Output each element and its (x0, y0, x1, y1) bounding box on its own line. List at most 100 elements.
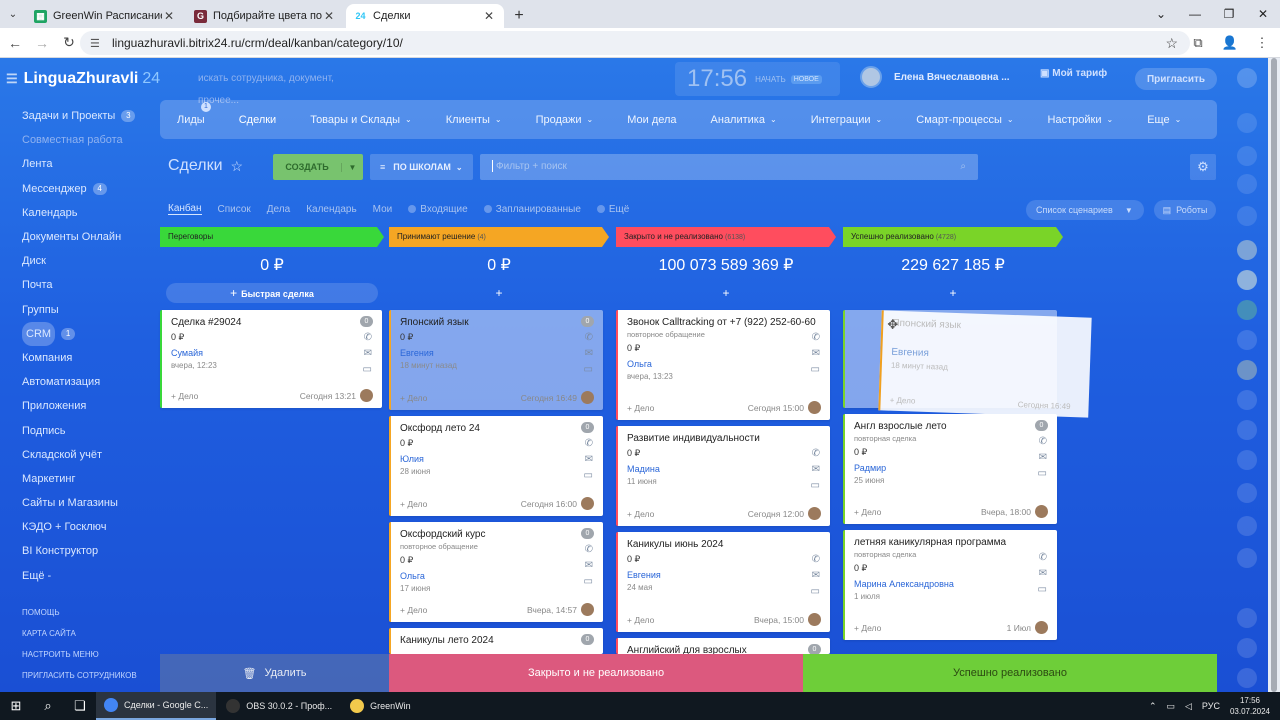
deal-responsible[interactable]: Евгения (400, 348, 594, 358)
mail-icon[interactable]: ✉ (585, 560, 593, 571)
contact-avatar-icon[interactable] (1237, 360, 1257, 380)
view-tab[interactable]: Канбан (168, 203, 202, 215)
add-activity-link[interactable]: + Дело (627, 615, 654, 625)
sidebar-item[interactable]: Компания (22, 346, 135, 370)
sidebar-item[interactable]: Документы Онлайн (22, 225, 135, 249)
sidebar-item[interactable]: BI Конструктор (22, 539, 135, 563)
sidebar-item[interactable]: Календарь (22, 201, 135, 225)
mail-icon[interactable]: ✉ (812, 348, 820, 359)
chat-icon[interactable] (1237, 146, 1257, 166)
contact-avatar-icon[interactable] (1237, 300, 1257, 320)
sidebar-item[interactable]: КЭДО + Госключ (22, 515, 135, 539)
deal-title[interactable]: Звонок Calltracking от +7 (922) 252-60-6… (627, 317, 821, 328)
counter-filter[interactable]: Ещё (596, 204, 629, 215)
lost-drop-zone[interactable]: Закрыто и не реализовано (389, 654, 803, 692)
chat-bubble-icon[interactable]: ▭ (1038, 468, 1047, 479)
invite-button[interactable]: Пригласить (1135, 68, 1217, 90)
add-activity-link[interactable]: + Дело (400, 393, 427, 403)
deal-title[interactable]: Оксфордский курс (400, 529, 594, 540)
nav-item[interactable]: Лиды 1 (177, 101, 211, 126)
view-tab[interactable]: Список (218, 204, 251, 215)
phone-icon[interactable]: ✆ (1039, 552, 1047, 563)
scrollbar-thumb[interactable] (1271, 58, 1277, 692)
chevron-down-icon[interactable]: ▼ (341, 162, 363, 172)
sidebar-item[interactable]: Совместная работа (22, 128, 135, 152)
view-tab[interactable]: Дела (267, 204, 290, 215)
chat-bubble-icon[interactable]: ▭ (584, 576, 593, 587)
phone-icon[interactable]: ✆ (812, 332, 820, 343)
forward-icon[interactable]: → (30, 31, 54, 55)
stage-header[interactable]: Принимают решение (4) (389, 227, 609, 247)
phone-icon[interactable]: ✆ (585, 438, 593, 449)
contact-avatar-icon[interactable] (1237, 516, 1257, 536)
minimize-icon[interactable]: — (1178, 0, 1212, 28)
deal-title[interactable]: Оксфорд лето 24 (400, 423, 594, 434)
volume-icon[interactable]: ◁ (1185, 701, 1192, 712)
contact-avatar-icon[interactable] (1237, 330, 1257, 350)
add-activity-link[interactable]: + Дело (627, 403, 654, 413)
nav-item[interactable]: Настройки ⌄ (1048, 114, 1114, 126)
deal-card[interactable]: летняя каникулярная программа повторная с… (843, 530, 1057, 640)
taskbar-app[interactable]: OBS 30.0.2 - Проф... (218, 692, 340, 720)
phone-icon[interactable]: ✆ (812, 554, 820, 565)
phone-icon[interactable]: ✆ (364, 332, 372, 343)
nav-item[interactable]: Аналитика ⌄ (711, 114, 777, 126)
profile-icon[interactable]: 👤 (1218, 31, 1242, 55)
view-tab[interactable]: Календарь (306, 204, 356, 215)
add-activity-link[interactable]: + Дело (171, 391, 198, 401)
mail-icon[interactable]: ✉ (1039, 452, 1047, 463)
deal-card[interactable]: Английский для взрослых 0 (616, 638, 830, 654)
deal-title[interactable]: Каникулы июнь 2024 (627, 539, 821, 550)
sidebar-item[interactable]: Приложения (22, 394, 135, 418)
contact-avatar-icon[interactable] (1237, 483, 1257, 503)
chat-bubble-icon[interactable]: ▭ (584, 364, 593, 375)
deal-responsible[interactable]: Юлия (400, 454, 594, 464)
sidebar-footer-link[interactable]: ПОМОЩЬ (22, 602, 137, 623)
back-icon[interactable]: ← (3, 31, 27, 55)
deal-card[interactable]: Сделка #29024 0 ₽ Сумайя вчера, 12:23 0 ✆ ✉ ▭ + … (160, 310, 382, 408)
add-deal-button[interactable]: + Быстрая сделка (166, 283, 378, 303)
deal-title[interactable]: Каникулы лето 2024 (400, 635, 594, 646)
add-deal-button[interactable]: + (622, 283, 830, 303)
add-deal-button[interactable]: + (849, 283, 1057, 303)
add-activity-link[interactable]: + Дело (400, 499, 427, 509)
robots-button[interactable]: ▤ Роботы (1154, 200, 1216, 220)
close-window-icon[interactable]: ✕ (1246, 0, 1280, 28)
deal-title[interactable]: Развитие индивидуальности (627, 433, 821, 444)
counter-filter[interactable]: Входящие (408, 204, 468, 215)
scenarios-dropdown[interactable]: Список сценариев ▼ (1026, 200, 1144, 220)
phone-icon[interactable]: ✆ (1039, 436, 1047, 447)
won-drop-zone[interactable]: Успешно реализовано (803, 654, 1217, 692)
deal-card[interactable]: Звонок Calltracking от +7 (922) 252-60-6… (616, 310, 830, 420)
my-tariff-button[interactable]: ▣ Мой тариф (1040, 68, 1107, 79)
delete-drop-zone[interactable]: 🗑 Удалить (160, 654, 389, 692)
chat-bubble-icon[interactable]: ▭ (811, 586, 820, 597)
contact-avatar-icon[interactable] (1237, 420, 1257, 440)
deal-responsible[interactable]: Радмир (854, 463, 1048, 473)
add-deal-button[interactable]: + (395, 283, 603, 303)
deal-card[interactable]: Каникулы лето 2024 0 (389, 628, 603, 654)
new-tab-button[interactable]: + (506, 4, 532, 28)
deal-title[interactable]: Сделка #29024 (171, 317, 373, 328)
language-indicator[interactable]: РУС (1202, 701, 1220, 711)
gear-icon[interactable]: ⚙ (1190, 154, 1216, 180)
deal-card[interactable]: Англ взрослые лето повторная сделка 0 ₽ Рад… (843, 414, 1057, 524)
restore-icon[interactable]: ❐ (1212, 0, 1246, 28)
tab-search-icon[interactable]: ⌄ (0, 0, 26, 28)
contact-avatar-icon[interactable] (1237, 668, 1257, 688)
browser-menu-icon[interactable]: ⋮ (1250, 31, 1274, 55)
nav-item[interactable]: Мои дела (627, 114, 676, 126)
chat-bubble-icon[interactable]: ▭ (363, 364, 372, 375)
filter-search-input[interactable]: Фильтр + поиск ⌕ (480, 154, 978, 180)
mail-icon[interactable]: ✉ (812, 464, 820, 475)
deal-title[interactable]: летняя каникулярная программа (854, 537, 1048, 548)
extensions-icon[interactable]: ⧉ (1186, 31, 1210, 55)
dragged-card[interactable]: Японский язык Евгения 18 минут назад + Д… (878, 310, 1092, 418)
contact-avatar-icon[interactable] (1237, 390, 1257, 410)
notifications-icon[interactable] (1237, 113, 1257, 133)
sidebar-item[interactable]: Мессенджер 4 (22, 177, 135, 201)
nav-item[interactable]: Смарт-процессы ⌄ (916, 114, 1013, 126)
contact-avatar-icon[interactable] (1237, 450, 1257, 470)
sidebar-item[interactable]: Сайты и Магазины (22, 491, 135, 515)
menu-burger-icon[interactable]: ☰ (6, 71, 18, 87)
